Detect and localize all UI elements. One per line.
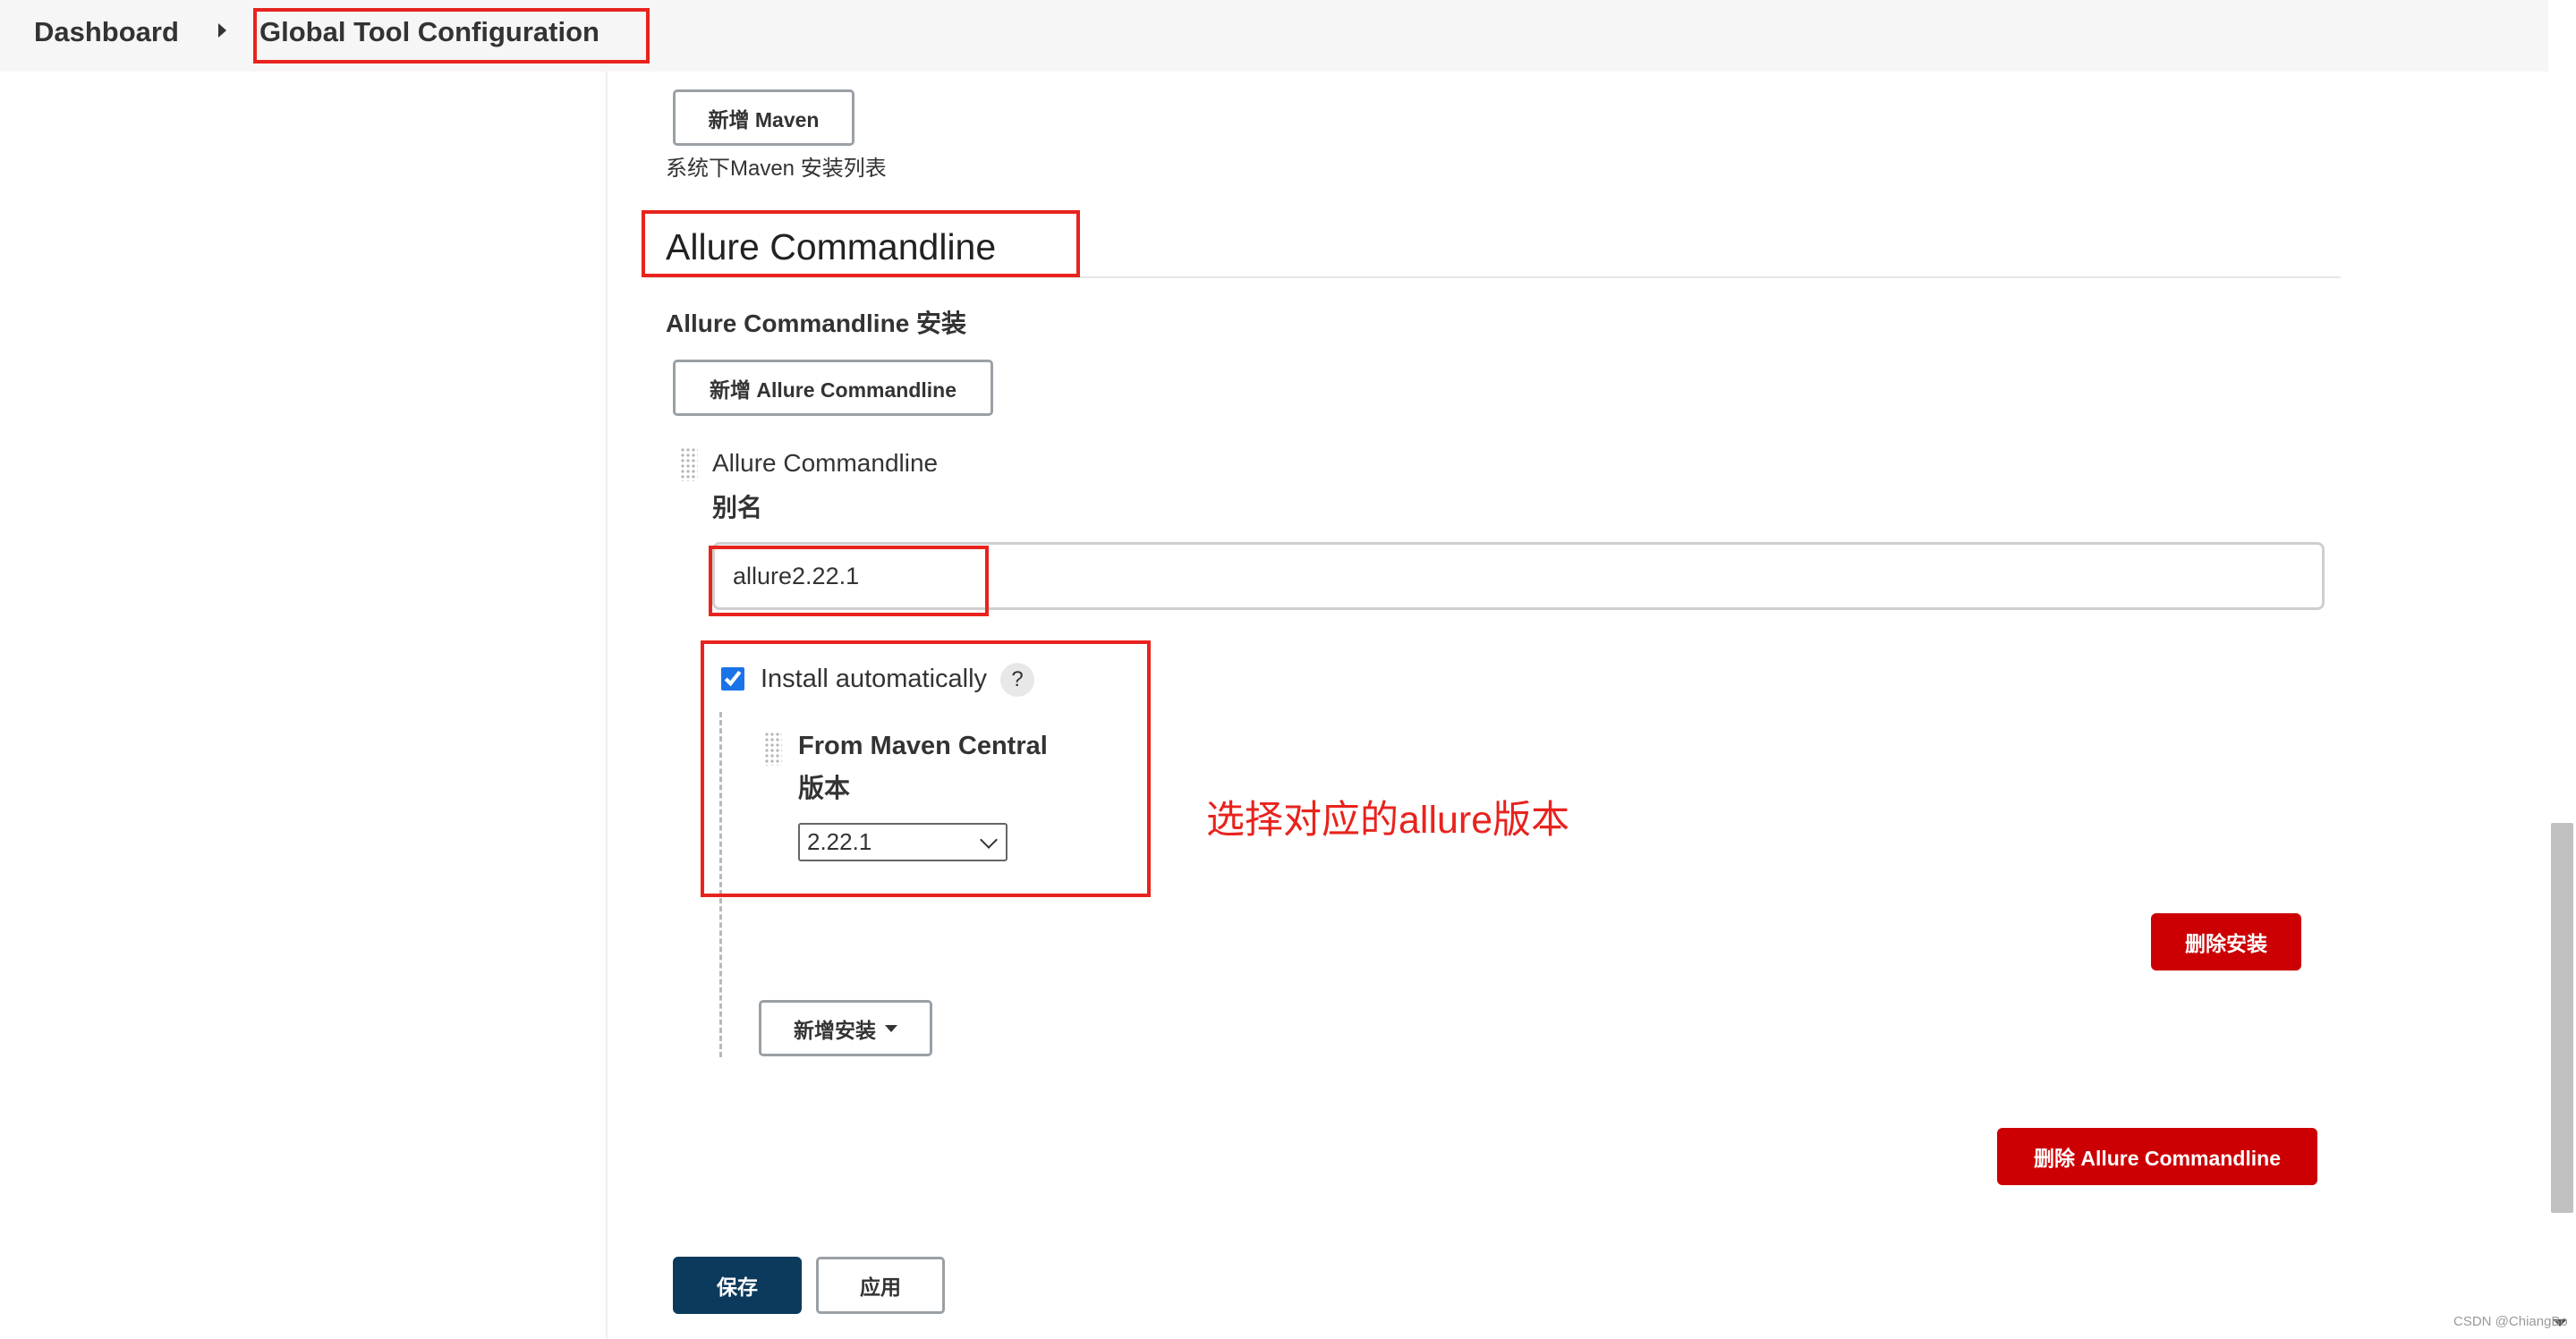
- allure-installations-label: Allure Commandline 安装: [666, 309, 967, 337]
- save-button[interactable]: 保存: [673, 1257, 802, 1314]
- add-maven-button[interactable]: 新增 Maven: [673, 89, 854, 146]
- section-divider: [644, 276, 2341, 278]
- drag-handle-icon[interactable]: [680, 447, 698, 481]
- install-automatically-label[interactable]: Install automatically: [761, 665, 987, 694]
- version-select[interactable]: 2.22.1: [798, 823, 1007, 861]
- delete-allure-commandline-button[interactable]: 删除 Allure Commandline: [1997, 1128, 2317, 1185]
- breadcrumb-global-tool-configuration[interactable]: Global Tool Configuration: [259, 16, 599, 48]
- caret-down-icon: [885, 1024, 897, 1032]
- apply-button[interactable]: 应用: [816, 1257, 945, 1314]
- maven-installations-description: 系统下Maven 安装列表: [666, 157, 887, 181]
- installer-nesting-line: [719, 712, 722, 1057]
- chevron-right-icon: [218, 23, 226, 38]
- chevron-down-icon: [980, 831, 998, 849]
- alias-label: 别名: [712, 494, 763, 521]
- version-label: 版本: [798, 775, 851, 803]
- version-select-value: 2.22.1: [807, 828, 872, 855]
- annotation-text: 选择对应的allure版本: [1206, 799, 1570, 842]
- scrollbar-thumb[interactable]: [2551, 823, 2573, 1213]
- watermark: CSDN @ChiangBo: [2453, 1314, 2568, 1329]
- drag-handle-icon[interactable]: [764, 732, 782, 766]
- section-title-allure-commandline: Allure Commandline: [666, 226, 997, 267]
- delete-installer-button[interactable]: 删除安装: [2151, 913, 2301, 970]
- sidebar-divider: [606, 72, 608, 1339]
- add-allure-commandline-button[interactable]: 新增 Allure Commandline: [673, 360, 993, 416]
- breadcrumb-dashboard-link[interactable]: Dashboard: [34, 16, 179, 48]
- alias-input[interactable]: [712, 542, 2325, 610]
- install-automatically-checkbox[interactable]: [721, 667, 744, 691]
- allure-item-heading: Allure Commandline: [712, 449, 939, 477]
- add-installer-dropdown-button[interactable]: 新增安装: [759, 1000, 932, 1056]
- add-installer-label: 新增安装: [794, 1018, 876, 1042]
- help-icon[interactable]: ?: [1000, 663, 1034, 697]
- installer-title: From Maven Central: [798, 732, 1048, 760]
